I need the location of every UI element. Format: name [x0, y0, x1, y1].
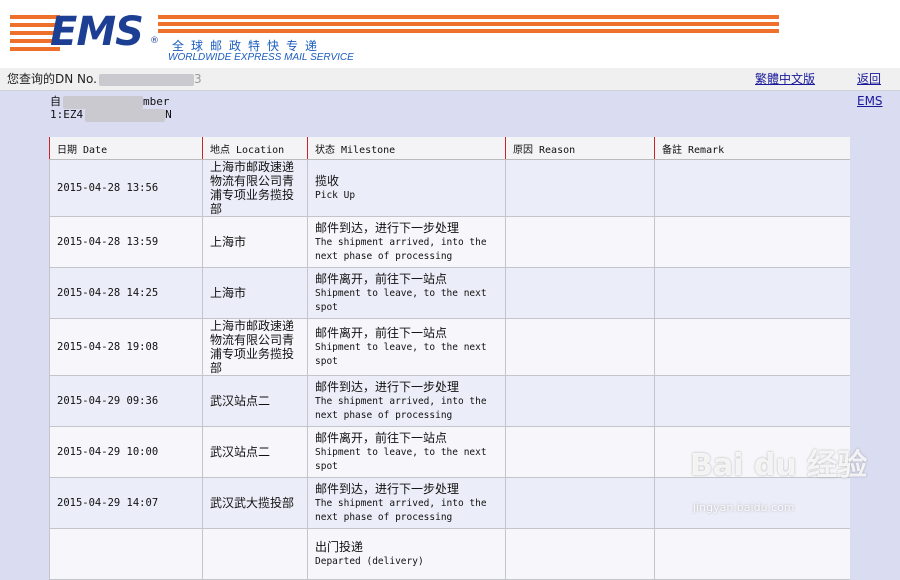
col-header-reason: 原因 Reason [505, 137, 655, 160]
cell-date: 2015-04-28 13:56 [49, 159, 203, 217]
col-header-date: 日期 Date [49, 137, 203, 160]
cell-remark [654, 267, 850, 319]
cell-location: 上海市 [202, 267, 308, 319]
milestone-cn: 出门投递 [315, 539, 364, 554]
cell-remark [654, 528, 850, 580]
redacted-mask [85, 108, 166, 122]
query-label: 您查询的DN No. [7, 72, 97, 86]
milestone-en: The shipment arrived, into the next phas… [315, 497, 487, 523]
redacted-mask [98, 73, 194, 86]
registered-mark: ® [150, 36, 159, 46]
col-header-milestone: 状态 Milestone [307, 137, 506, 160]
cell-remark [654, 318, 850, 376]
cell-date: 2015-04-28 14:25 [49, 267, 203, 319]
back-to-ems-link[interactable]: 返回EMS [857, 68, 900, 112]
ems-header: EMS ® 全球邮政特快专递 WORLDWIDE EXPRESS MAIL SE… [0, 0, 900, 68]
milestone-en: Shipment to leave, to the next spot [315, 446, 487, 472]
watermark-url: jingyan.baidu.com [693, 501, 795, 514]
col-header-location: 地点 Location [202, 137, 308, 160]
cell-date: 2015-04-29 10:00 [49, 426, 203, 478]
ems-logo: EMS [50, 9, 144, 55]
milestone-cn: 邮件离开，前往下一站点 [315, 271, 448, 286]
query-tail: 3 [193, 72, 202, 86]
table-row: 2015-04-28 14:25 上海市 邮件离开，前往下一站点 Shipment t… [49, 267, 850, 319]
logo-en-tagline: WORLDWIDE EXPRESS MAIL SERVICE [168, 52, 354, 63]
milestone-en: Shipment to leave, to the next spot [315, 341, 487, 367]
cell-date: 2015-04-28 19:08 [49, 318, 203, 376]
table-row: 2015-04-28 13:56 上海市邮政速递物流有限公司青浦专项业务揽投部 揽收… [49, 159, 850, 217]
cell-milestone: 邮件离开，前往下一站点 Shipment to leave, to the nex… [307, 267, 506, 319]
subheader-line-2: 1:EZ4 N [50, 108, 172, 122]
cell-milestone: 邮件到达，进行下一步处理 The shipment arrived, into t… [307, 375, 506, 427]
cell-milestone: 出门投递 Departed (delivery) [307, 528, 506, 580]
traditional-chinese-link[interactable]: 繁體中文版 [755, 68, 815, 90]
cell-reason [505, 216, 655, 268]
cell-reason [505, 267, 655, 319]
cell-milestone: 揽收 Pick Up [307, 159, 506, 217]
cell-location: 武汉站点二 [202, 426, 308, 478]
milestone-en: The shipment arrived, into the next phas… [315, 236, 487, 262]
cell-location: 上海市邮政速递物流有限公司青浦专项业务揽投部 [202, 159, 308, 217]
col-header-remark: 备註 Remark [654, 137, 850, 160]
cell-location: 武汉武大揽投部 [202, 477, 308, 529]
milestone-cn: 邮件到达，进行下一步处理 [315, 220, 460, 235]
table-header-row: 日期 Date 地点 Location 状态 Milestone 原因 Reas… [49, 137, 850, 160]
cell-remark [654, 216, 850, 268]
cell-date [49, 528, 203, 580]
milestone-en: Pick Up [315, 189, 356, 201]
table-row: 2015-04-28 13:59 上海市 邮件到达，进行下一步处理 The shipm… [49, 216, 850, 268]
cell-milestone: 邮件离开，前往下一站点 Shipment to leave, to the nex… [307, 318, 506, 376]
table-row: 出门投递 Departed (delivery) [49, 528, 850, 580]
milestone-cn: 揽收 [315, 173, 340, 188]
cell-date: 2015-04-29 09:36 [49, 375, 203, 427]
subheader-line-1: 自 mber [50, 95, 170, 109]
cell-milestone: 邮件到达，进行下一步处理 The shipment arrived, into t… [307, 216, 506, 268]
cell-remark [654, 159, 850, 217]
cell-reason [505, 375, 655, 427]
cell-reason [505, 477, 655, 529]
cell-reason [505, 528, 655, 580]
cell-location: 武汉站点二 [202, 375, 308, 427]
milestone-cn: 邮件到达，进行下一步处理 [315, 481, 460, 496]
watermark-logo: Bai du 经验 [690, 448, 868, 483]
cell-reason [505, 159, 655, 217]
header-stripes [158, 15, 779, 36]
cell-remark [654, 375, 850, 427]
milestone-en: Departed (delivery) [315, 555, 424, 567]
table-row: 2015-04-28 19:08 上海市邮政速递物流有限公司青浦专项业务揽投部 邮件… [49, 318, 850, 376]
cell-date: 2015-04-29 14:07 [49, 477, 203, 529]
milestone-cn: 邮件离开，前往下一站点 [315, 325, 448, 340]
cell-reason [505, 318, 655, 376]
cell-date: 2015-04-28 13:59 [49, 216, 203, 268]
cell-location [202, 528, 308, 580]
milestone-en: Shipment to leave, to the next spot [315, 287, 487, 313]
query-number: 您查询的DN No. 3 [7, 68, 202, 90]
cell-milestone: 邮件离开，前往下一站点 Shipment to leave, to the nex… [307, 426, 506, 478]
milestone-en: The shipment arrived, into the next phas… [315, 395, 487, 421]
query-info-bar: 您查询的DN No. 3 繁體中文版 返回EMS [0, 68, 900, 108]
cell-milestone: 邮件到达，进行下一步处理 The shipment arrived, into t… [307, 477, 506, 529]
cell-location: 上海市邮政速递物流有限公司青浦专项业务揽投部 [202, 318, 308, 376]
milestone-cn: 邮件离开，前往下一站点 [315, 430, 448, 445]
cell-location: 上海市 [202, 216, 308, 268]
redacted-mask [63, 95, 143, 109]
table-row: 2015-04-29 09:36 武汉站点二 邮件到达，进行下一步处理 The shi… [49, 375, 850, 427]
cell-reason [505, 426, 655, 478]
milestone-cn: 邮件到达，进行下一步处理 [315, 379, 460, 394]
